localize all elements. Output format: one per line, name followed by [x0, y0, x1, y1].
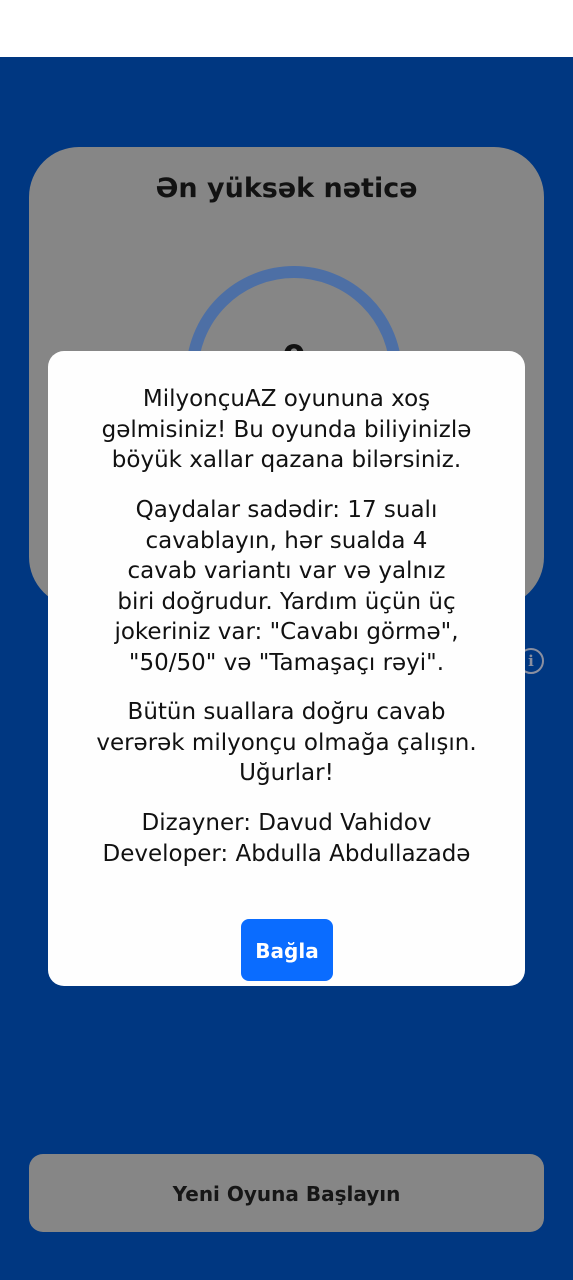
- welcome-dialog: MilyonçuAZ oyununa xoş gəlmisiniz! Bu oy…: [48, 351, 525, 986]
- dialog-text-line: böyük xallar qazana bilərsiniz.: [111, 447, 462, 473]
- dialog-text-line: verərək milyonçu olmağa çalışın.: [96, 729, 477, 756]
- dialog-text-line: cavab variantı var və yalnız: [127, 558, 446, 584]
- rules-paragraph: Qaydalar sadədir: 17 sualı cavablayın, h…: [68, 495, 505, 678]
- dialog-text-line: Dizayner: Davud Vahidov: [141, 810, 432, 836]
- dialog-text-line: "50/50" və "Tamaşaçı rəyi".: [128, 649, 445, 676]
- dialog-text-line: jokeriniz var: "Cavabı görmə",: [114, 619, 459, 645]
- goal-paragraph: Bütün suallara doğru cavab verərək milyo…: [68, 697, 505, 789]
- close-dialog-button[interactable]: Bağla: [241, 919, 333, 981]
- dialog-text-line: biri doğrudur. Yardım üçün üç: [117, 588, 456, 615]
- dialog-text-line: MilyonçuAZ oyununa xoş: [142, 386, 431, 412]
- dialog-text-line: cavablayın, hər sualda 4: [145, 527, 428, 554]
- app-screen: Ən yüksək nəticə 0 i Yeni Oyuna Başlayın…: [0, 0, 573, 1280]
- dialog-text-line: Qaydalar sadədir: 17 sualı: [135, 497, 438, 523]
- dialog-text-line: gəlmisiniz! Bu oyunda biliyinizlə: [101, 416, 472, 443]
- welcome-paragraph: MilyonçuAZ oyununa xoş gəlmisiniz! Bu oy…: [68, 384, 505, 476]
- dialog-text-line: Developer: Abdulla Abdullazadə: [102, 840, 471, 867]
- dialog-text-line: Uğurlar!: [239, 760, 334, 786]
- credits-paragraph: Dizayner: Davud Vahidov Developer: Abdul…: [68, 808, 505, 869]
- dialog-text-line: Bütün suallara doğru cavab: [127, 699, 446, 725]
- modal-overlay: MilyonçuAZ oyununa xoş gəlmisiniz! Bu oy…: [0, 0, 573, 1280]
